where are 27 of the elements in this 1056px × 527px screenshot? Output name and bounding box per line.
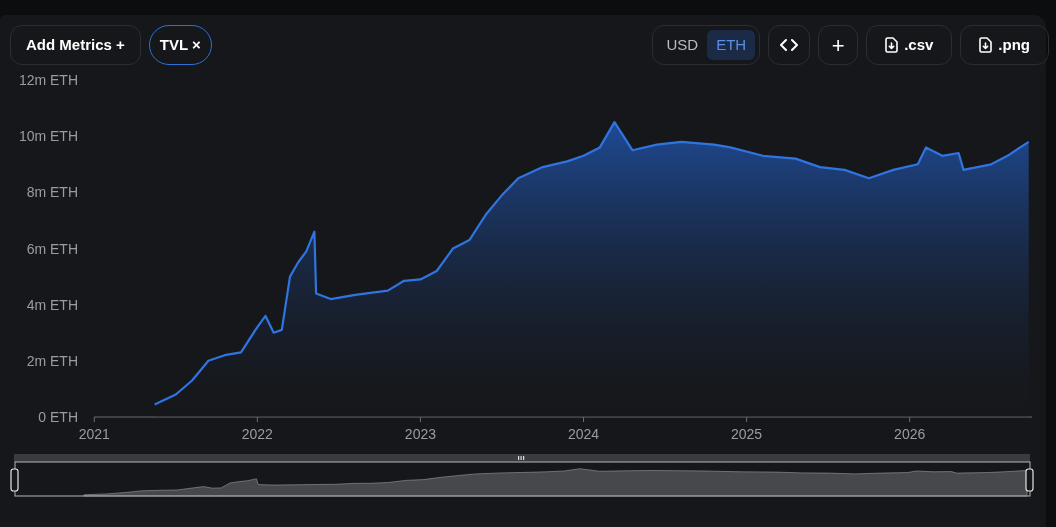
- x-tick-label: 2022: [241, 426, 273, 442]
- y-tick-label: 10m ETH: [18, 128, 78, 145]
- currency-option[interactable]: ETH: [707, 30, 756, 60]
- x-tick-label: 2021: [78, 426, 110, 442]
- y-tick-label: 2m ETH: [26, 352, 78, 369]
- y-tick-label: 0 ETH: [38, 409, 78, 425]
- download-button[interactable]: .csv: [866, 25, 953, 65]
- file-download-icon: [979, 37, 993, 53]
- download-button[interactable]: .png: [960, 25, 1049, 65]
- add-button[interactable]: +: [818, 25, 859, 65]
- y-tick-label: 8m ETH: [26, 184, 78, 201]
- brush-handle[interactable]: [1025, 468, 1034, 492]
- y-tick-label: 6m ETH: [26, 240, 78, 257]
- y-tick-label: 12m ETH: [18, 72, 78, 88]
- y-tick-label: 4m ETH: [26, 296, 78, 313]
- brush-scrollbar[interactable]: [14, 454, 1030, 462]
- x-tick-label: 2026: [894, 426, 926, 442]
- code-icon: [780, 38, 799, 52]
- x-tick-label: 2025: [731, 426, 763, 442]
- brush-handle[interactable]: [10, 468, 19, 492]
- embed-code-button[interactable]: [768, 25, 811, 65]
- currency-option[interactable]: USD: [657, 30, 708, 60]
- file-download-icon: [885, 37, 899, 53]
- add-metrics-button[interactable]: Add Metrics +: [10, 25, 141, 65]
- grip-icon: [518, 456, 525, 460]
- x-tick-label: 2024: [567, 426, 600, 442]
- x-tick-label: 2023: [404, 426, 436, 442]
